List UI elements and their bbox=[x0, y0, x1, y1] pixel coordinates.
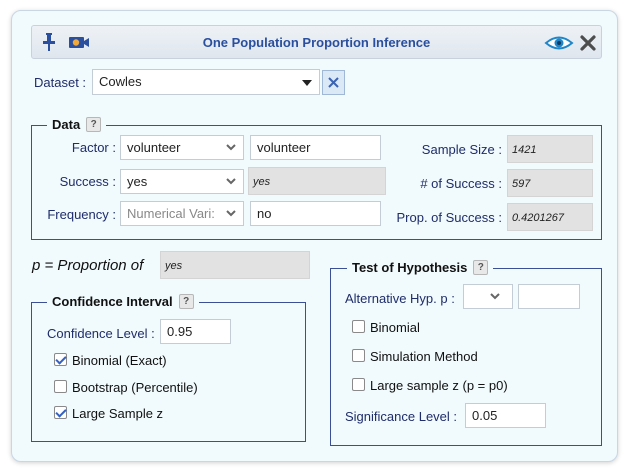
significance-level-field[interactable]: 0.05 bbox=[465, 403, 546, 428]
bootstrap-label: Bootstrap (Percentile) bbox=[72, 380, 198, 395]
sample-size-value: 1421 bbox=[507, 135, 593, 163]
num-success-label: # of Success : bbox=[420, 176, 502, 191]
proportion-label: p = Proportion of bbox=[32, 257, 144, 274]
clear-x-icon bbox=[328, 77, 339, 88]
simulation-method-checkbox[interactable] bbox=[352, 349, 365, 362]
bootstrap-checkbox[interactable] bbox=[54, 380, 67, 393]
dataset-select[interactable]: Cowles bbox=[92, 69, 320, 95]
frequency-label: Frequency : bbox=[47, 207, 116, 222]
dataset-value: Cowles bbox=[99, 74, 142, 89]
confidence-legend: Confidence Interval ? bbox=[47, 294, 199, 309]
confidence-help-icon[interactable]: ? bbox=[178, 294, 194, 309]
confidence-level-label: Confidence Level : bbox=[47, 326, 155, 341]
chevron-down-icon bbox=[226, 144, 236, 151]
window-title: One Population Proportion Inference bbox=[202, 35, 431, 50]
confidence-level-field[interactable]: 0.95 bbox=[160, 319, 231, 344]
prop-success-value: 0.4201267 bbox=[507, 203, 593, 231]
frequency-select-value: Numerical Vari: bbox=[127, 206, 215, 221]
num-success-value: 597 bbox=[507, 169, 593, 197]
success-select[interactable]: yes bbox=[120, 169, 244, 194]
large-sample-z-test-checkbox[interactable] bbox=[352, 378, 365, 391]
chevron-down-icon bbox=[224, 206, 238, 220]
hypothesis-help-icon[interactable]: ? bbox=[473, 260, 489, 275]
dataset-clear-button[interactable] bbox=[322, 70, 345, 95]
large-sample-z-checkbox[interactable] bbox=[54, 406, 67, 419]
factor-text-field[interactable]: volunteer bbox=[250, 135, 381, 160]
factor-label: Factor : bbox=[71, 140, 116, 155]
chevron-down-icon bbox=[226, 178, 236, 185]
close-icon[interactable] bbox=[579, 34, 597, 52]
binomial-exact-checkbox[interactable] bbox=[54, 353, 67, 366]
success-label: Success : bbox=[59, 174, 116, 189]
alternative-hyp-select[interactable] bbox=[463, 284, 513, 309]
frequency-text-field[interactable]: no bbox=[250, 201, 381, 226]
eye-icon[interactable] bbox=[544, 35, 574, 51]
data-help-icon[interactable]: ? bbox=[86, 117, 102, 132]
factor-select[interactable]: volunteer bbox=[120, 135, 244, 160]
hypothesis-legend-text: Test of Hypothesis bbox=[352, 260, 468, 275]
success-readonly-field: yes bbox=[248, 167, 386, 195]
p0-field[interactable] bbox=[518, 284, 580, 309]
significance-level-label: Significance Level : bbox=[345, 409, 458, 424]
title-bar: One Population Proportion Inference bbox=[31, 25, 602, 59]
prop-success-label: Prop. of Success : bbox=[396, 210, 503, 225]
dataset-label: Dataset : bbox=[34, 75, 87, 90]
binomial-exact-label: Binomial (Exact) bbox=[72, 353, 167, 368]
factor-select-value: volunteer bbox=[127, 140, 181, 155]
chevron-down-icon bbox=[490, 293, 500, 300]
data-legend-text: Data bbox=[52, 117, 81, 132]
large-sample-z-test-label: Large sample z (p = p0) bbox=[370, 378, 508, 393]
success-select-value: yes bbox=[127, 174, 148, 189]
hypothesis-legend: Test of Hypothesis ? bbox=[347, 260, 494, 275]
alternative-hyp-label: Alternative Hyp. p : bbox=[345, 291, 455, 306]
sample-size-label: Sample Size : bbox=[421, 142, 502, 157]
simulation-method-label: Simulation Method bbox=[370, 349, 478, 364]
large-sample-z-label: Large Sample z bbox=[72, 406, 164, 421]
binomial-test-checkbox[interactable] bbox=[352, 320, 365, 333]
frequency-select[interactable]: Numerical Vari: bbox=[120, 201, 244, 226]
dropdown-triangle-icon bbox=[302, 80, 312, 86]
data-legend: Data ? bbox=[47, 117, 107, 132]
confidence-legend-text: Confidence Interval bbox=[52, 294, 173, 309]
binomial-test-label: Binomial bbox=[370, 320, 420, 335]
proportion-value: yes bbox=[160, 251, 310, 279]
